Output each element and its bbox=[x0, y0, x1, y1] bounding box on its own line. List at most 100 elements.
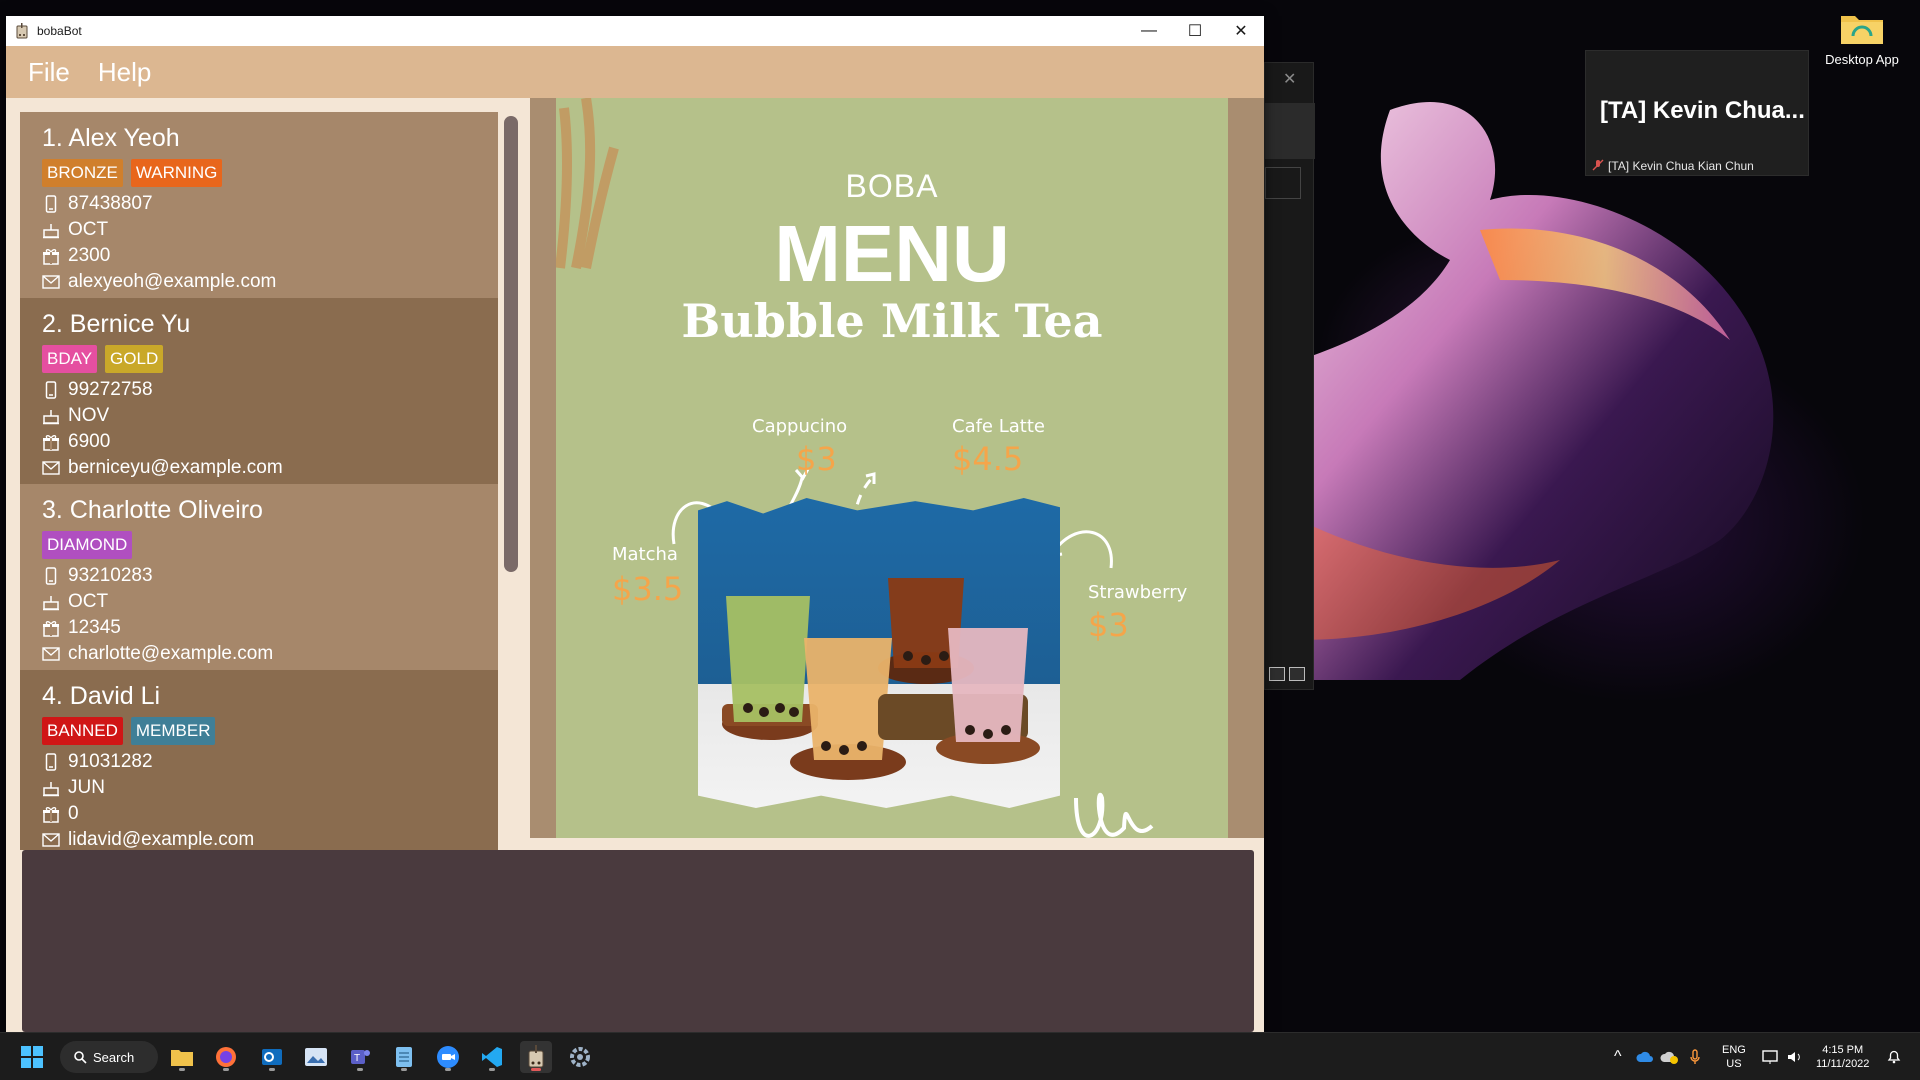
customer-name: 1. Alex Yeoh bbox=[42, 124, 180, 152]
notepad-button[interactable] bbox=[388, 1041, 420, 1073]
customer-phone: 99272758 bbox=[42, 377, 476, 403]
panel-bar bbox=[1265, 103, 1315, 159]
settings-button[interactable] bbox=[564, 1041, 596, 1073]
firefox-icon bbox=[216, 1047, 236, 1067]
customer-tag-badge: GOLD bbox=[105, 345, 164, 373]
customer-name: 3. Charlotte Oliveiro bbox=[42, 496, 263, 524]
close-button[interactable]: ✕ bbox=[1218, 16, 1264, 46]
scrollbar-thumb[interactable] bbox=[504, 116, 518, 572]
minimize-button[interactable]: — bbox=[1126, 16, 1172, 46]
customer-name: 2. Bernice Yu bbox=[42, 310, 191, 338]
customer-card[interactable]: 2. Bernice Yu BDAY GOLD 99272758 NOV 6900 bern… bbox=[20, 298, 498, 484]
microphone-tray-icon[interactable] bbox=[1690, 1033, 1700, 1080]
start-button[interactable] bbox=[16, 1041, 48, 1073]
close-icon[interactable]: ✕ bbox=[1283, 69, 1296, 89]
customer-birthday: OCT bbox=[42, 589, 476, 615]
running-indicator bbox=[223, 1068, 229, 1071]
menu-help[interactable]: Help bbox=[98, 57, 151, 88]
menu-file[interactable]: File bbox=[28, 57, 70, 88]
maximize-button[interactable]: ☐ bbox=[1172, 16, 1218, 46]
customer-tag-badge: MEMBER bbox=[130, 717, 216, 745]
birthday-cake-icon bbox=[42, 407, 60, 425]
customer-phone: 93210283 bbox=[42, 563, 476, 589]
bobabot-taskbar-button[interactable] bbox=[520, 1041, 552, 1073]
taskbar: Search T ^ ENG US 4:15 PM 11/11/2022 bbox=[0, 1032, 1920, 1080]
folder-icon bbox=[1839, 10, 1885, 46]
teams-icon: T bbox=[351, 1050, 370, 1064]
customer-phone-value: 87438807 bbox=[68, 193, 153, 214]
phone-icon bbox=[42, 195, 60, 213]
birthday-cake-icon bbox=[42, 779, 60, 797]
title-bar[interactable]: bobaBot — ☐ ✕ bbox=[6, 16, 1264, 46]
customer-birthday-value: OCT bbox=[68, 219, 109, 240]
customer-list-panel: 1. Alex Yeoh BRONZE WARNING 87438807 OCT 2300… bbox=[20, 112, 520, 850]
menu-brand-text: BOBA bbox=[845, 168, 939, 204]
windows-logo-icon bbox=[21, 1046, 43, 1068]
phone-icon bbox=[42, 381, 60, 399]
firefox-button[interactable] bbox=[210, 1041, 242, 1073]
customer-email: alexyeoh@example.com bbox=[42, 269, 476, 295]
customer-card[interactable]: 3. Charlotte Oliveiro DIAMOND 93210283 OCT 1… bbox=[20, 484, 498, 670]
list-view-icon[interactable] bbox=[1269, 667, 1285, 681]
menu-item-price: $4.5 bbox=[952, 440, 1024, 478]
menu-item-name: Strawberry bbox=[1088, 582, 1188, 603]
customer-tag-badge: BANNED bbox=[42, 717, 123, 745]
customer-reward-points: 2300 bbox=[42, 243, 476, 269]
vscode-icon bbox=[482, 1047, 502, 1067]
customer-card[interactable]: 1. Alex Yeoh BRONZE WARNING 87438807 OCT 2300… bbox=[20, 112, 498, 298]
cloud-icon bbox=[1636, 1051, 1653, 1062]
customer-list-scrollbar[interactable] bbox=[504, 116, 518, 846]
background-window-panel: ✕ bbox=[1264, 62, 1315, 690]
bobabot-icon bbox=[528, 1045, 544, 1068]
network-tray-icon[interactable] bbox=[1762, 1033, 1780, 1080]
customer-phone-value: 99272758 bbox=[68, 379, 153, 400]
gift-icon bbox=[42, 433, 60, 451]
svg-text:T: T bbox=[354, 1053, 360, 1064]
photos-button[interactable] bbox=[300, 1041, 332, 1073]
running-indicator bbox=[401, 1068, 407, 1071]
zoom-button[interactable] bbox=[432, 1041, 464, 1073]
customer-name: 4. David Li bbox=[42, 682, 161, 710]
email-icon bbox=[42, 273, 60, 291]
customer-list[interactable]: 1. Alex Yeoh BRONZE WARNING 87438807 OCT 2300… bbox=[20, 112, 498, 850]
outlook-button[interactable] bbox=[256, 1041, 288, 1073]
customer-tag-badge: BRONZE bbox=[42, 159, 123, 187]
system-clock[interactable]: 4:15 PM 11/11/2022 bbox=[1816, 1043, 1869, 1071]
customer-email-value: alexyeoh@example.com bbox=[68, 271, 277, 292]
volume-tray-icon[interactable] bbox=[1786, 1033, 1804, 1080]
cloud-sync-icon bbox=[1660, 1051, 1678, 1064]
menu-item-name: Cafe Latte bbox=[952, 416, 1045, 437]
customer-phone: 91031282 bbox=[42, 749, 476, 775]
menu-item-name: Cappucino bbox=[752, 416, 848, 437]
teams-video-tile[interactable]: [TA] Kevin Chua... [TA] Kevin Chua Kian … bbox=[1585, 50, 1809, 176]
desktop-app-shortcut[interactable]: Desktop App bbox=[1822, 10, 1902, 67]
customer-card[interactable]: 4. David Li BANNED MEMBER 91031282 JUN 0 lidav… bbox=[20, 670, 498, 850]
customer-birthday: NOV bbox=[42, 403, 476, 429]
show-hidden-icons-button[interactable]: ^ bbox=[1614, 1033, 1622, 1080]
file-explorer-button[interactable] bbox=[166, 1041, 198, 1073]
birthday-cake-icon bbox=[42, 221, 60, 239]
notifications-button[interactable] bbox=[1886, 1033, 1902, 1080]
menu-item-price: $3 bbox=[1088, 606, 1129, 644]
customer-tags: BDAY GOLD bbox=[42, 345, 476, 373]
onedrive-tray-icon[interactable] bbox=[1636, 1033, 1654, 1080]
command-result-box[interactable] bbox=[22, 850, 1254, 1032]
customer-email: lidavid@example.com bbox=[42, 827, 476, 850]
sync-tray-icon[interactable] bbox=[1660, 1033, 1678, 1080]
birthday-cake-icon bbox=[42, 593, 60, 611]
customer-phone: 87438807 bbox=[42, 191, 476, 217]
customer-birthday-value: NOV bbox=[68, 405, 110, 426]
teams-button[interactable]: T bbox=[344, 1041, 376, 1073]
customer-email-value: lidavid@example.com bbox=[68, 829, 255, 850]
taskbar-search[interactable]: Search bbox=[60, 1041, 158, 1073]
search-label: Search bbox=[93, 1049, 135, 1065]
customer-tags: BRONZE WARNING bbox=[42, 159, 476, 187]
customer-email-value: berniceyu@example.com bbox=[68, 457, 283, 478]
grid-view-icon[interactable] bbox=[1289, 667, 1305, 681]
menu-bar: File Help bbox=[6, 46, 1264, 98]
window-title: bobaBot bbox=[37, 24, 82, 38]
running-indicator bbox=[357, 1068, 363, 1071]
vscode-button[interactable] bbox=[476, 1041, 508, 1073]
menu-heading: MENU bbox=[774, 209, 1010, 298]
input-language-indicator[interactable]: ENG US bbox=[1722, 1043, 1746, 1071]
